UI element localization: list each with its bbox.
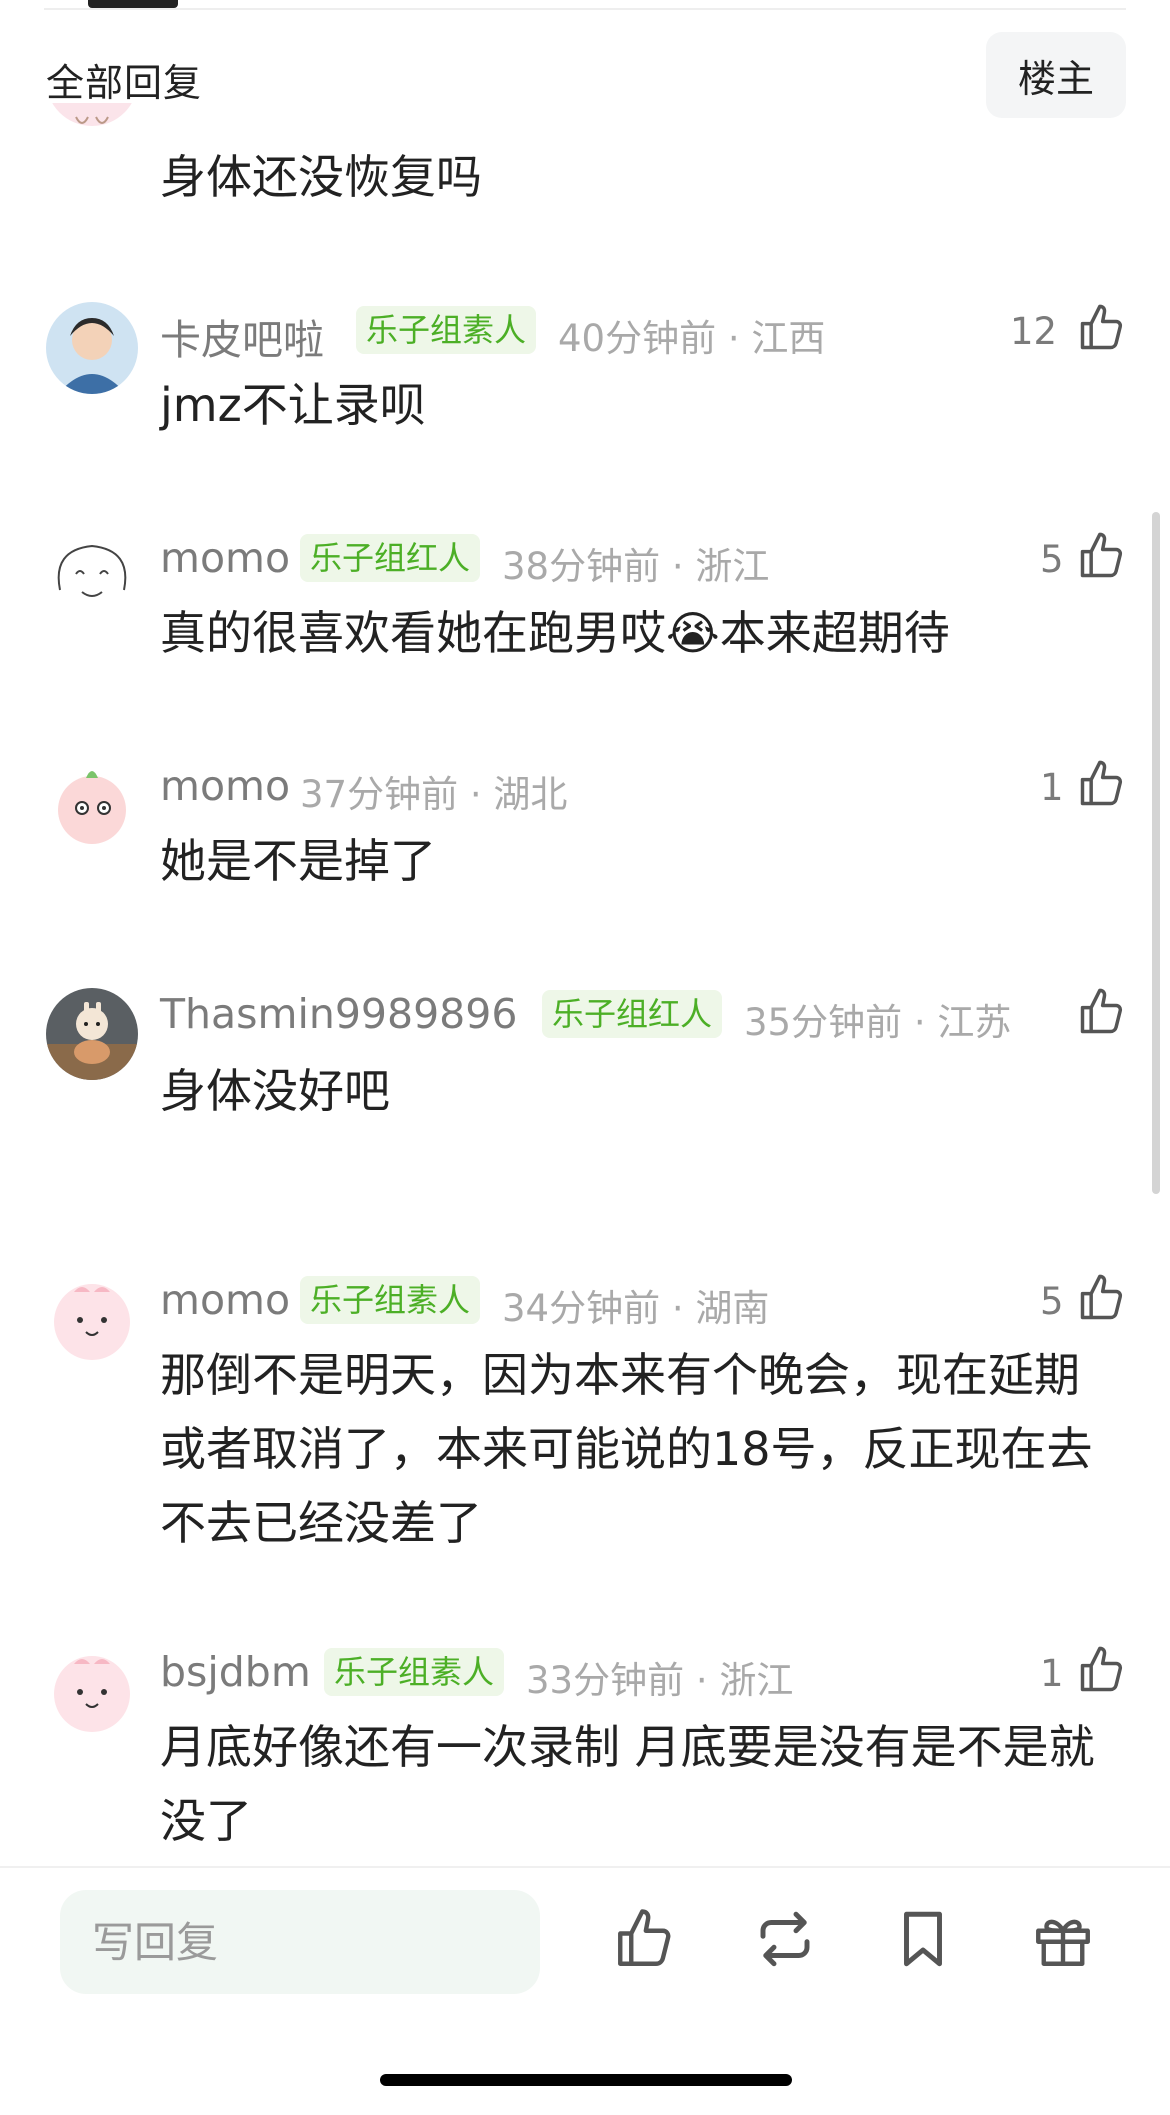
comment-text: jmz不让录呗 [160,378,426,432]
comment-text: 那倒不是明天，因为本来有个晚会，现在延期或者取消了，本来可能说的18号，反正现在… [160,1348,1093,1550]
repost-icon[interactable] [752,1906,818,1972]
thumbs-up-icon[interactable] [1076,986,1128,1038]
avatar[interactable] [46,988,138,1080]
like-count: 1 [1040,1652,1064,1695]
avatar[interactable] [46,530,138,622]
like-count: 5 [1040,538,1064,581]
comment-text: 真的很喜欢看她在跑男哎😭本来超期待 [160,606,950,660]
thumbs-up-icon[interactable] [1076,302,1128,354]
comment-username[interactable]: 卡皮吧啦 [160,306,324,366]
like-count: 1 [1040,766,1064,809]
avatar[interactable] [46,758,138,850]
comment-username[interactable]: bsjdbm [160,1648,311,1696]
like-count: 5 [1040,1280,1064,1323]
thumbs-up-icon[interactable] [1076,530,1128,582]
user-badge: 乐子组红人 [300,534,481,582]
user-badge: 乐子组红人 [542,990,723,1038]
tab-indicator [88,0,178,8]
thumbs-up-icon[interactable] [612,1906,678,1972]
thumbs-up-icon[interactable] [1076,758,1128,810]
comment-text: 身体没好吧 [160,1064,390,1118]
comment-meta: 35分钟前 · 江苏 [744,1001,1012,1044]
scrollbar[interactable] [1152,512,1160,1194]
comment-meta: 40分钟前 · 江西 [558,317,826,360]
comment-username[interactable]: momo [160,1276,290,1324]
comment-username[interactable]: momo [160,534,290,582]
header: 全部回复 楼主 [0,30,1170,120]
user-badge: 乐子组素人 [300,1276,481,1324]
comment-meta: 38分钟前 · 浙江 [502,545,770,588]
comment-meta: 34分钟前 · 湖南 [502,1287,770,1330]
comment-username[interactable]: Thasmin9989896 [160,990,517,1038]
avatar[interactable] [46,1644,138,1736]
user-badge: 乐子组素人 [356,306,537,354]
gift-icon[interactable] [1030,1906,1096,1972]
avatar[interactable] [46,302,138,394]
bookmark-icon[interactable] [890,1906,956,1972]
op-only-button[interactable]: 楼主 [986,32,1126,118]
like-count: 12 [1010,310,1058,353]
top-divider [44,8,1126,10]
user-badge: 乐子组素人 [324,1648,505,1696]
comment-username[interactable]: momo [160,762,290,810]
comment-meta: 33分钟前 · 浙江 [526,1659,794,1702]
avatar[interactable] [46,1272,138,1364]
comment-meta: 37分钟前 · 湖北 [300,773,568,816]
comment-text: 身体还没恢复吗 [160,150,482,204]
thumbs-up-icon[interactable] [1076,1644,1128,1696]
home-indicator [380,2074,792,2086]
reply-input[interactable] [60,1890,540,1994]
thumbs-up-icon[interactable] [1076,1272,1128,1324]
comment-text: 她是不是掉了 [160,834,436,888]
bottom-bar [0,1866,1170,2115]
comment-text: 月底好像还有一次录制 月底要是没有是不是就没了 [160,1720,1095,1848]
